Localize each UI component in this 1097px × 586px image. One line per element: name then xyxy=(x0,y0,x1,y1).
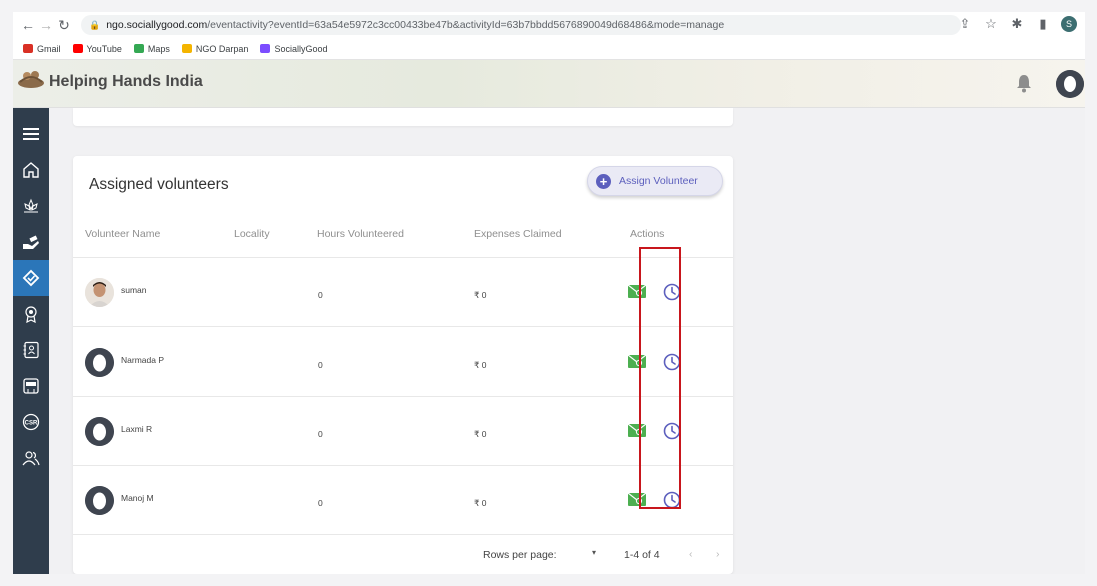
app-header: Helping Hands India xyxy=(13,60,1085,108)
profile-avatar[interactable]: S xyxy=(1061,16,1077,32)
previous-card-bottom xyxy=(73,108,733,126)
expenses-claimed: ₹ 0 xyxy=(474,290,487,300)
csr-icon[interactable]: CSR xyxy=(13,404,49,440)
column-header[interactable]: Volunteer Name xyxy=(85,228,160,240)
browser-toolbar: ← → ↻ 🔒 ngo.sociallygood.com/eventactivi… xyxy=(13,12,1085,38)
hours-volunteered: 0 xyxy=(318,360,323,370)
highlight-annotation-box xyxy=(639,247,681,509)
column-header[interactable]: Expenses Claimed xyxy=(474,228,562,240)
volunteer-avatar xyxy=(85,348,114,377)
table-row: Laxmi R 0 ₹ 0 xyxy=(73,397,733,466)
hours-volunteered: 0 xyxy=(318,429,323,439)
bookmark-star-icon[interactable]: ☆ xyxy=(983,16,999,32)
rows-per-page-select-caret-icon[interactable]: ▾ xyxy=(592,548,596,557)
helping-hands-logo-icon xyxy=(18,71,44,88)
badge-icon[interactable] xyxy=(13,296,49,332)
ngo-icon[interactable] xyxy=(13,368,49,404)
next-page-chevron-icon[interactable]: › xyxy=(716,548,720,560)
pagination: Rows per page: ▾ 1-4 of 4 ‹ › xyxy=(73,536,733,574)
bookmark-favicon-icon xyxy=(72,44,83,53)
expenses-claimed: ₹ 0 xyxy=(474,429,487,439)
expenses-claimed: ₹ 0 xyxy=(474,360,487,370)
bookmark-favicon-icon xyxy=(181,44,192,53)
side-panel-icon[interactable]: ▮ xyxy=(1035,16,1051,32)
contacts-book-icon[interactable] xyxy=(13,332,49,368)
url-path: /eventactivity?eventId=63a54e5972c3cc004… xyxy=(207,19,725,31)
bookmark-item[interactable]: SociallyGood xyxy=(260,44,327,54)
volunteer-name: Manoj M xyxy=(121,493,154,503)
notification-bell-icon[interactable] xyxy=(1016,73,1032,93)
volunteer-avatar xyxy=(85,278,114,307)
browser-actions: ⇪ ☆ ✱ ▮ S xyxy=(957,16,1077,32)
bookmark-item[interactable]: NGO Darpan xyxy=(181,43,249,54)
plus-icon: + xyxy=(596,173,611,189)
volunteer-name: Laxmi R xyxy=(121,424,153,434)
bookmark-item[interactable]: Maps xyxy=(133,43,170,54)
screen: ← → ↻ 🔒 ngo.sociallygood.com/eventactivi… xyxy=(13,12,1085,574)
table-row: Narmada P 0 ₹ 0 xyxy=(73,328,733,397)
share-icon[interactable]: ⇪ xyxy=(957,16,973,32)
assign-volunteer-button[interactable]: + Assign Volunteer xyxy=(587,166,723,196)
forward-arrow-icon[interactable]: → xyxy=(37,16,55,34)
volunteer-avatar xyxy=(85,486,114,515)
pagination-range: 1-4 of 4 xyxy=(624,549,660,561)
volunteer-activity-icon[interactable] xyxy=(13,260,49,296)
volunteer-avatar xyxy=(85,417,114,446)
bookmark-item[interactable]: YouTube xyxy=(72,43,122,54)
back-arrow-icon[interactable]: ← xyxy=(19,16,37,34)
hours-volunteered: 0 xyxy=(318,290,323,300)
org-name: Helping Hands India xyxy=(49,73,203,90)
svg-text:CSR: CSR xyxy=(25,421,38,427)
bookmark-favicon-icon xyxy=(133,44,144,53)
table-header: Volunteer Name Locality Hours Volunteere… xyxy=(73,212,733,258)
main-content: Assigned volunteers + Assign Volunteer V… xyxy=(49,108,1085,574)
column-header[interactable]: Locality xyxy=(234,228,270,240)
sidebar: CSR xyxy=(13,108,49,574)
menu-icon[interactable] xyxy=(13,116,49,152)
lotus-icon[interactable] xyxy=(13,188,49,224)
bookmark-item[interactable]: Gmail xyxy=(23,44,61,54)
bookmark-label: YouTube xyxy=(86,43,122,54)
card-title: Assigned volunteers xyxy=(89,176,229,193)
previous-page-chevron-icon[interactable]: ‹ xyxy=(689,548,693,560)
bookmark-label: Maps xyxy=(147,43,170,54)
volunteer-name: Narmada P xyxy=(121,355,164,365)
lock-icon: 🔒 xyxy=(89,19,101,30)
bookmark-favicon-icon xyxy=(260,44,271,53)
home-icon[interactable] xyxy=(13,152,49,188)
users-icon[interactable] xyxy=(13,440,49,476)
bookmark-favicon-icon xyxy=(23,44,33,53)
assign-volunteer-label: Assign Volunteer xyxy=(619,175,698,187)
bookmark-label: Gmail xyxy=(37,43,61,54)
address-bar[interactable]: 🔒 ngo.sociallygood.com/eventactivity?eve… xyxy=(81,15,961,35)
table-row: suman 0 ₹ 0 xyxy=(73,258,733,327)
table-row: Manoj M 0 ₹ 0 xyxy=(73,466,733,535)
rows-per-page-label: Rows per page: xyxy=(483,549,557,561)
donation-hand-icon[interactable] xyxy=(13,224,49,260)
assigned-volunteers-card: Assigned volunteers + Assign Volunteer V… xyxy=(73,156,733,574)
bookmarks-bar: Gmail YouTube Maps NGO Darpan SociallyGood xyxy=(13,38,1085,60)
extensions-puzzle-icon[interactable]: ✱ xyxy=(1009,16,1025,32)
hours-volunteered: 0 xyxy=(318,498,323,508)
column-header: Actions xyxy=(630,228,665,240)
column-header[interactable]: Hours Volunteered xyxy=(317,228,404,240)
user-avatar[interactable] xyxy=(1056,70,1084,98)
expenses-claimed: ₹ 0 xyxy=(474,498,487,508)
volunteer-name: suman xyxy=(121,285,147,295)
bookmark-label: SociallyGood xyxy=(274,43,328,54)
reload-icon[interactable]: ↻ xyxy=(55,16,73,34)
url-host: ngo.sociallygood.com xyxy=(106,19,208,31)
bookmark-label: NGO Darpan xyxy=(195,43,249,54)
